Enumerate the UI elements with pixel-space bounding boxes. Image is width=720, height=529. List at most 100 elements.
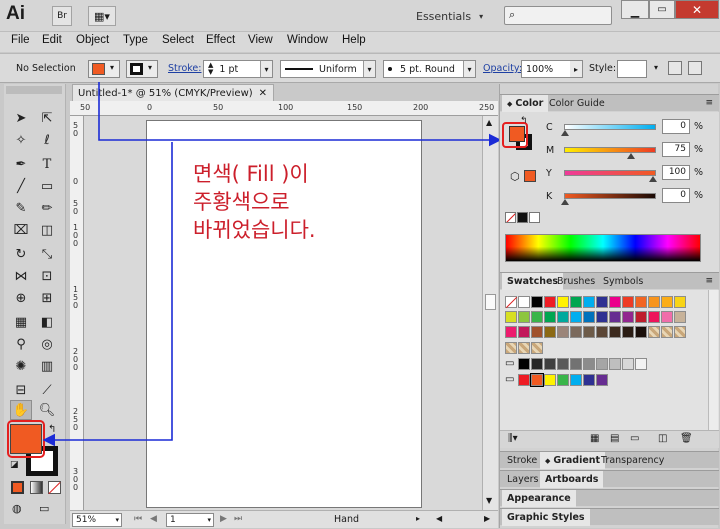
color-swatch[interactable]: [544, 311, 556, 323]
color-swatch[interactable]: [557, 358, 569, 370]
show-kinds-icon[interactable]: ▦: [590, 433, 599, 444]
color-swatch[interactable]: [609, 358, 621, 370]
color-swatch[interactable]: [557, 311, 569, 323]
color-swatch[interactable]: [674, 311, 686, 323]
color-spectrum[interactable]: [505, 234, 701, 262]
pattern-swatch[interactable]: [505, 342, 517, 354]
slider-y[interactable]: [564, 170, 657, 182]
tab-symbols[interactable]: Symbols: [598, 273, 648, 290]
color-swatch[interactable]: [518, 326, 530, 338]
color-swatch[interactable]: [583, 296, 595, 308]
color-swatch[interactable]: [544, 326, 556, 338]
color-swatch[interactable]: [583, 358, 595, 370]
value-y[interactable]: 100: [662, 165, 690, 180]
new-swatch-icon[interactable]: ◫: [658, 433, 667, 444]
tab-stroke[interactable]: Stroke: [502, 452, 542, 469]
tab-layers[interactable]: Layers: [502, 471, 543, 488]
color-swatch[interactable]: [583, 326, 595, 338]
slider-k[interactable]: [561, 193, 656, 205]
color-swatch[interactable]: [635, 296, 647, 308]
color-swatch[interactable]: [609, 311, 621, 323]
color-swatch[interactable]: [635, 311, 647, 323]
color-swatch[interactable]: [531, 296, 543, 308]
color-swatch[interactable]: [570, 311, 582, 323]
color-swatch[interactable]: [674, 296, 686, 308]
color-swatch[interactable]: [609, 296, 621, 308]
color-swatch[interactable]: [622, 296, 634, 308]
slider-m[interactable]: [564, 147, 656, 159]
pattern-swatch[interactable]: [531, 342, 543, 354]
color-swatch[interactable]: [531, 311, 543, 323]
tab-brushes[interactable]: Brushes: [552, 273, 600, 290]
tab-transparency[interactable]: Transparency: [596, 452, 669, 469]
color-swatch[interactable]: [596, 374, 608, 386]
panel-menu-icon[interactable]: ≡: [705, 98, 713, 108]
color-swatch[interactable]: [622, 326, 634, 338]
none-swatch[interactable]: [505, 212, 516, 223]
value-k[interactable]: 0: [662, 188, 690, 203]
color-swatch[interactable]: [622, 358, 634, 370]
color-swatch[interactable]: [596, 296, 608, 308]
color-swatch[interactable]: [570, 358, 582, 370]
color-swatch[interactable]: [661, 296, 673, 308]
color-swatch[interactable]: [531, 358, 543, 370]
color-swatch[interactable]: [583, 311, 595, 323]
color-swatch[interactable]: [583, 374, 595, 386]
color-swatch[interactable]: [544, 358, 556, 370]
color-group-folder-icon[interactable]: ▭: [505, 374, 517, 386]
color-swatch[interactable]: [570, 296, 582, 308]
color-swatch[interactable]: [635, 358, 647, 370]
swatches-scrollbar[interactable]: [708, 290, 718, 430]
color-swatch[interactable]: [609, 326, 621, 338]
color-swatch[interactable]: [661, 311, 673, 323]
color-swatch[interactable]: [505, 311, 517, 323]
value-m[interactable]: 75: [662, 142, 690, 157]
swap-fill-stroke-icon[interactable]: ↰: [520, 116, 528, 126]
value-c[interactable]: 0: [662, 119, 690, 134]
swatch-libraries-icon[interactable]: ⫼▾: [508, 433, 518, 444]
color-swatch[interactable]: [518, 311, 530, 323]
panel-menu-icon[interactable]: ≡: [705, 276, 713, 286]
color-swatch[interactable]: [557, 296, 569, 308]
pattern-swatch[interactable]: [674, 326, 686, 338]
color-swatch[interactable]: [570, 374, 582, 386]
color-swatch[interactable]: [544, 296, 556, 308]
color-swatch[interactable]: [596, 326, 608, 338]
pattern-swatch[interactable]: [661, 326, 673, 338]
slider-thumb[interactable]: [627, 153, 635, 159]
tab-artboards[interactable]: Artboards: [540, 471, 604, 488]
color-swatch[interactable]: [518, 358, 530, 370]
gamut-color-swatch[interactable]: [524, 170, 536, 182]
white-swatch[interactable]: [529, 212, 540, 223]
slider-c[interactable]: [561, 124, 656, 136]
black-swatch[interactable]: [517, 212, 528, 223]
color-swatch[interactable]: [596, 311, 608, 323]
tab-graphic-styles[interactable]: Graphic Styles: [502, 509, 590, 526]
tab-appearance[interactable]: Appearance: [502, 490, 576, 507]
new-color-group-icon[interactable]: ▭: [630, 433, 639, 444]
slider-thumb[interactable]: [561, 199, 569, 205]
slider-thumb[interactable]: [649, 176, 657, 182]
pattern-swatch[interactable]: [648, 326, 660, 338]
color-swatch[interactable]: [505, 326, 517, 338]
tab-color-guide[interactable]: Color Guide: [544, 95, 610, 112]
color-swatch[interactable]: [557, 374, 569, 386]
color-swatch[interactable]: [622, 311, 634, 323]
color-swatch[interactable]: [531, 326, 543, 338]
color-swatch[interactable]: [518, 374, 530, 386]
color-swatch[interactable]: [648, 296, 660, 308]
color-swatch[interactable]: [596, 358, 608, 370]
slider-thumb[interactable]: [561, 130, 569, 136]
swatch-none[interactable]: [505, 296, 518, 309]
color-swatch[interactable]: [635, 326, 647, 338]
color-swatch[interactable]: [518, 296, 530, 308]
color-swatch[interactable]: [570, 326, 582, 338]
delete-swatch-icon[interactable]: 🗑︎: [680, 433, 693, 444]
color-swatch[interactable]: [544, 374, 556, 386]
pattern-swatch[interactable]: [518, 342, 530, 354]
swatch-options-icon[interactable]: ▤: [610, 433, 619, 444]
color-swatch[interactable]: [648, 311, 660, 323]
tab-color[interactable]: ◆ Color: [502, 95, 549, 112]
color-group-folder-icon[interactable]: ▭: [505, 358, 517, 370]
color-swatch[interactable]: [557, 326, 569, 338]
